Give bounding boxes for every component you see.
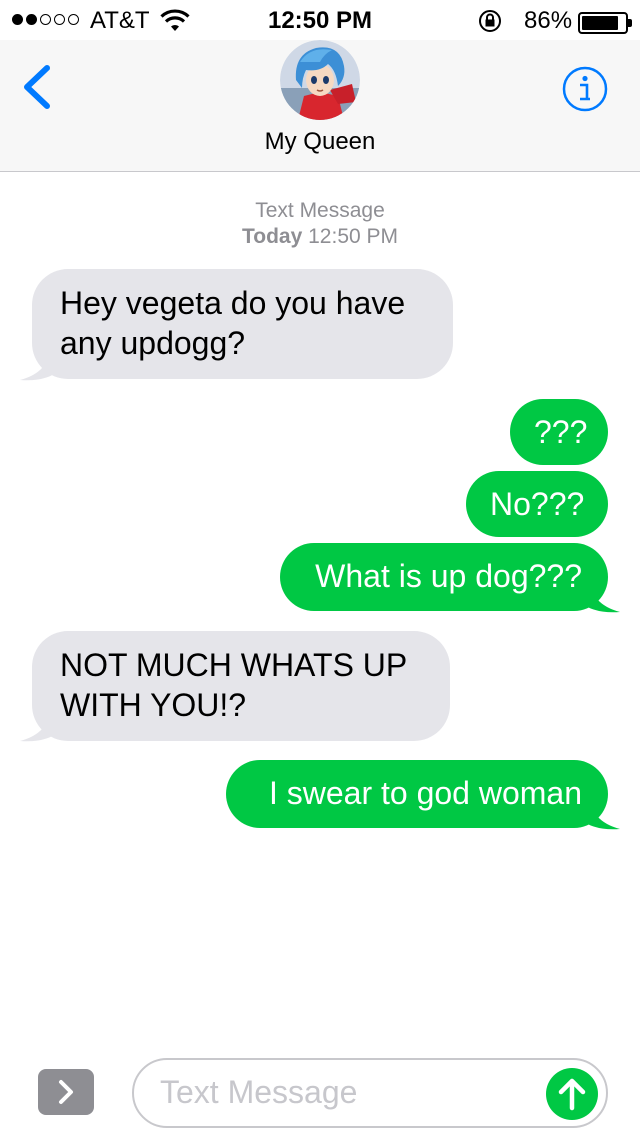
bubble-tail xyxy=(20,707,60,742)
service-label: Text Message xyxy=(255,199,385,222)
bubble-tail xyxy=(580,578,620,613)
message-input[interactable]: Text Message xyxy=(132,1058,608,1128)
date-label: Today 12:50 PM xyxy=(241,225,399,248)
avatar[interactable] xyxy=(280,40,360,120)
message-bubble-incoming[interactable]: Hey vegeta do you have any updogg? xyxy=(32,269,453,379)
chevron-left-icon xyxy=(24,65,50,109)
contact-name[interactable]: My Queen xyxy=(0,128,640,156)
message-bubble-outgoing[interactable]: ??? xyxy=(510,399,608,465)
info-button[interactable] xyxy=(562,66,608,112)
expand-apps-button[interactable] xyxy=(38,1069,94,1115)
message-text: NOT MUCH WHATS UP WITH YOU!? xyxy=(60,647,407,723)
message-bubble-outgoing[interactable]: No??? xyxy=(466,471,608,537)
message-text: Hey vegeta do you have any updogg? xyxy=(60,285,406,361)
bubble-tail xyxy=(580,795,620,830)
battery-fill xyxy=(582,16,619,30)
orientation-lock-icon xyxy=(479,10,501,32)
conversation-header: My Queen xyxy=(0,40,640,172)
message-text: ??? xyxy=(534,414,588,450)
message-input-placeholder: Text Message xyxy=(160,1074,358,1110)
message-bubble-outgoing[interactable]: What is up dog??? xyxy=(280,543,608,611)
battery-icon xyxy=(578,12,632,34)
message-text: No??? xyxy=(490,486,585,522)
status-bar: AT&T 12:50 PM 86% xyxy=(0,0,640,40)
message-bubble-outgoing[interactable]: I swear to god woman xyxy=(226,760,608,828)
send-button[interactable] xyxy=(546,1068,598,1120)
battery-percent: 86% xyxy=(524,7,573,34)
message-text: I swear to god woman xyxy=(268,775,582,811)
arrow-up-icon xyxy=(558,1078,586,1111)
chevron-right-icon xyxy=(59,1080,73,1104)
bubble-tail xyxy=(20,346,60,381)
info-icon xyxy=(562,66,608,112)
message-text: What is up dog??? xyxy=(315,558,582,594)
message-bubble-incoming[interactable]: NOT MUCH WHATS UP WITH YOU!? xyxy=(32,631,450,741)
thread-timestamp: Text Message Today 12:50 PM xyxy=(0,198,640,250)
back-button[interactable] xyxy=(18,64,58,110)
